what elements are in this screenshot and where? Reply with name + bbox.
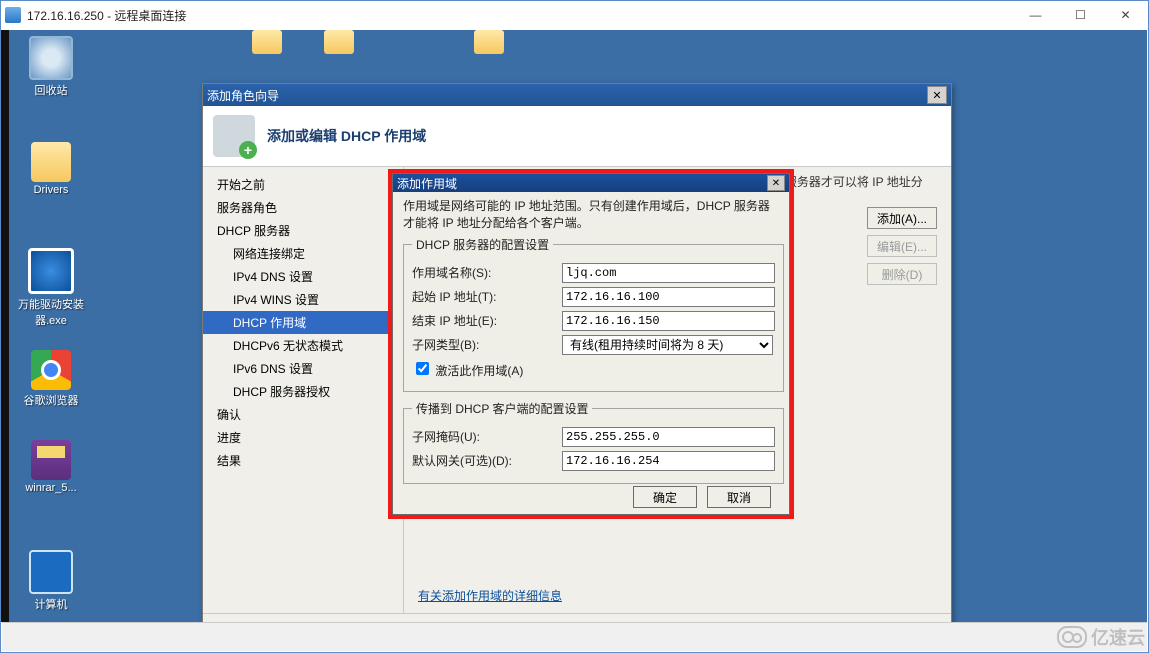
icon-label: 计算机 — [16, 596, 86, 612]
activate-scope-checkbox-label[interactable]: 激活此作用域(A) — [412, 364, 523, 378]
wizard-header: 添加或编辑 DHCP 作用域 — [203, 106, 951, 167]
add-scope-dialog: 添加作用域 ✕ 作用域是网络可能的 IP 地址范围。只有创建作用域后，DHCP … — [392, 173, 790, 515]
maximize-button[interactable]: ☐ — [1058, 1, 1103, 29]
end-ip-label: 结束 IP 地址(E): — [412, 312, 562, 329]
icon-label: Drivers — [16, 184, 86, 196]
dialog-close-button[interactable]: ✕ — [767, 175, 785, 191]
server-config-legend: DHCP 服务器的配置设置 — [412, 236, 553, 253]
gateway-label: 默认网关(可选)(D): — [412, 452, 562, 469]
scope-name-input[interactable] — [562, 263, 775, 283]
nav-before-you-begin[interactable]: 开始之前 — [203, 173, 403, 196]
tray-folder-1[interactable] — [252, 30, 288, 58]
dialog-titlebar[interactable]: 添加作用域 ✕ — [393, 174, 789, 192]
chrome-icon — [31, 350, 71, 390]
winrar-icon — [31, 440, 71, 480]
rdp-titlebar[interactable]: 172.16.16.250 - 远程桌面连接 — ☐ ✕ — [1, 1, 1148, 29]
ok-button[interactable]: 确定 — [633, 486, 697, 508]
nav-result[interactable]: 结果 — [203, 449, 403, 472]
subnet-mask-label: 子网掩码(U): — [412, 428, 562, 445]
nav-dhcpv6[interactable]: DHCPv6 无状态模式 — [203, 334, 403, 357]
nav-network-binding[interactable]: 网络连接绑定 — [203, 242, 403, 265]
end-ip-input[interactable] — [562, 311, 775, 331]
scope-side-buttons: 添加(A)... 编辑(E)... 删除(D) — [867, 207, 937, 291]
left-window-sliver — [1, 30, 9, 622]
more-info-link[interactable]: 有关添加作用域的详细信息 — [418, 589, 562, 603]
computer-icon — [29, 550, 73, 594]
window-controls: — ☐ ✕ — [1013, 1, 1148, 29]
wizard-heading: 添加或编辑 DHCP 作用域 — [267, 126, 426, 146]
subnet-type-label: 子网类型(B): — [412, 336, 562, 353]
delete-scope-button: 删除(D) — [867, 263, 937, 285]
icon-label: 谷歌浏览器 — [16, 392, 86, 408]
nav-ipv4-dns[interactable]: IPv4 DNS 设置 — [203, 265, 403, 288]
dialog-body: 作用域是网络可能的 IP 地址范围。只有创建作用域后，DHCP 服务器才能将 I… — [393, 192, 789, 496]
scope-name-label: 作用域名称(S): — [412, 264, 562, 281]
nav-dhcp-server[interactable]: DHCP 服务器 — [203, 219, 403, 242]
rdp-icon — [5, 7, 21, 23]
icon-label: 回收站 — [16, 82, 86, 98]
client-config-legend: 传播到 DHCP 客户端的配置设置 — [412, 400, 592, 417]
icon-label: winrar_5... — [16, 482, 86, 494]
folder-icon — [324, 30, 354, 54]
start-ip-input[interactable] — [562, 287, 775, 307]
desktop-icon-computer[interactable]: 计算机 — [16, 550, 86, 612]
rdp-statusbar — [2, 622, 1147, 651]
activate-scope-checkbox[interactable] — [416, 362, 429, 375]
installer-icon — [28, 248, 74, 294]
desktop-icon-winrar[interactable]: winrar_5... — [16, 440, 86, 494]
subnet-type-select[interactable]: 有线(租用持续时间将为 8 天) — [562, 335, 773, 355]
wizard-header-icon — [213, 115, 255, 157]
rdp-window: 172.16.16.250 - 远程桌面连接 — ☐ ✕ 回收站 Drivers… — [0, 0, 1149, 653]
gateway-input[interactable] — [562, 451, 775, 471]
wizard-nav: 开始之前 服务器角色 DHCP 服务器 网络连接绑定 IPv4 DNS 设置 I… — [203, 167, 403, 614]
desktop-icon-drivers[interactable]: Drivers — [16, 142, 86, 196]
nav-ipv6-dns[interactable]: IPv6 DNS 设置 — [203, 357, 403, 380]
wizard-footer: < 上一步(P) 下一步(N) > 安装(I) 取消 — [203, 613, 951, 622]
dialog-footer: 确定 取消 — [393, 486, 789, 508]
tray-folder-2[interactable] — [324, 30, 360, 58]
edit-scope-button: 编辑(E)... — [867, 235, 937, 257]
close-button[interactable]: ✕ — [1103, 1, 1148, 29]
start-ip-label: 起始 IP 地址(T): — [412, 288, 562, 305]
nav-dhcp-scope[interactable]: DHCP 作用域 — [203, 311, 403, 334]
icon-label: 万能驱动安装器.exe — [16, 296, 86, 328]
tray-folder-3[interactable] — [474, 30, 510, 58]
desktop-icon-driver-installer[interactable]: 万能驱动安装器.exe — [16, 248, 86, 328]
wizard-titlebar[interactable]: 添加角色向导 ✕ — [203, 84, 951, 106]
server-config-group: DHCP 服务器的配置设置 作用域名称(S): 起始 IP 地址(T): 结束 … — [403, 236, 784, 392]
nav-dhcp-auth[interactable]: DHCP 服务器授权 — [203, 380, 403, 403]
nav-confirm[interactable]: 确认 — [203, 403, 403, 426]
wizard-title-text: 添加角色向导 — [207, 87, 279, 104]
nav-server-roles[interactable]: 服务器角色 — [203, 196, 403, 219]
nav-ipv4-wins[interactable]: IPv4 WINS 设置 — [203, 288, 403, 311]
folder-icon — [31, 142, 71, 182]
minimize-button[interactable]: — — [1013, 1, 1058, 29]
subnet-mask-input[interactable] — [562, 427, 775, 447]
desktop-icon-chrome[interactable]: 谷歌浏览器 — [16, 350, 86, 408]
add-scope-button[interactable]: 添加(A)... — [867, 207, 937, 229]
dialog-cancel-button[interactable]: 取消 — [707, 486, 771, 508]
wizard-close-button[interactable]: ✕ — [927, 86, 947, 104]
nav-progress[interactable]: 进度 — [203, 426, 403, 449]
dialog-title-text: 添加作用域 — [397, 175, 457, 192]
folder-icon — [474, 30, 504, 54]
desktop-icon-recycle-bin[interactable]: 回收站 — [16, 36, 86, 98]
activate-scope-text: 激活此作用域(A) — [435, 364, 523, 378]
dialog-intro: 作用域是网络可能的 IP 地址范围。只有创建作用域后，DHCP 服务器才能将 I… — [403, 198, 779, 232]
rdp-title-text: 172.16.16.250 - 远程桌面连接 — [27, 7, 186, 24]
client-config-group: 传播到 DHCP 客户端的配置设置 子网掩码(U): 默认网关(可选)(D): — [403, 400, 784, 484]
highlight-box: 添加作用域 ✕ 作用域是网络可能的 IP 地址范围。只有创建作用域后，DHCP … — [388, 169, 794, 519]
folder-icon — [252, 30, 282, 54]
recycle-bin-icon — [29, 36, 73, 80]
